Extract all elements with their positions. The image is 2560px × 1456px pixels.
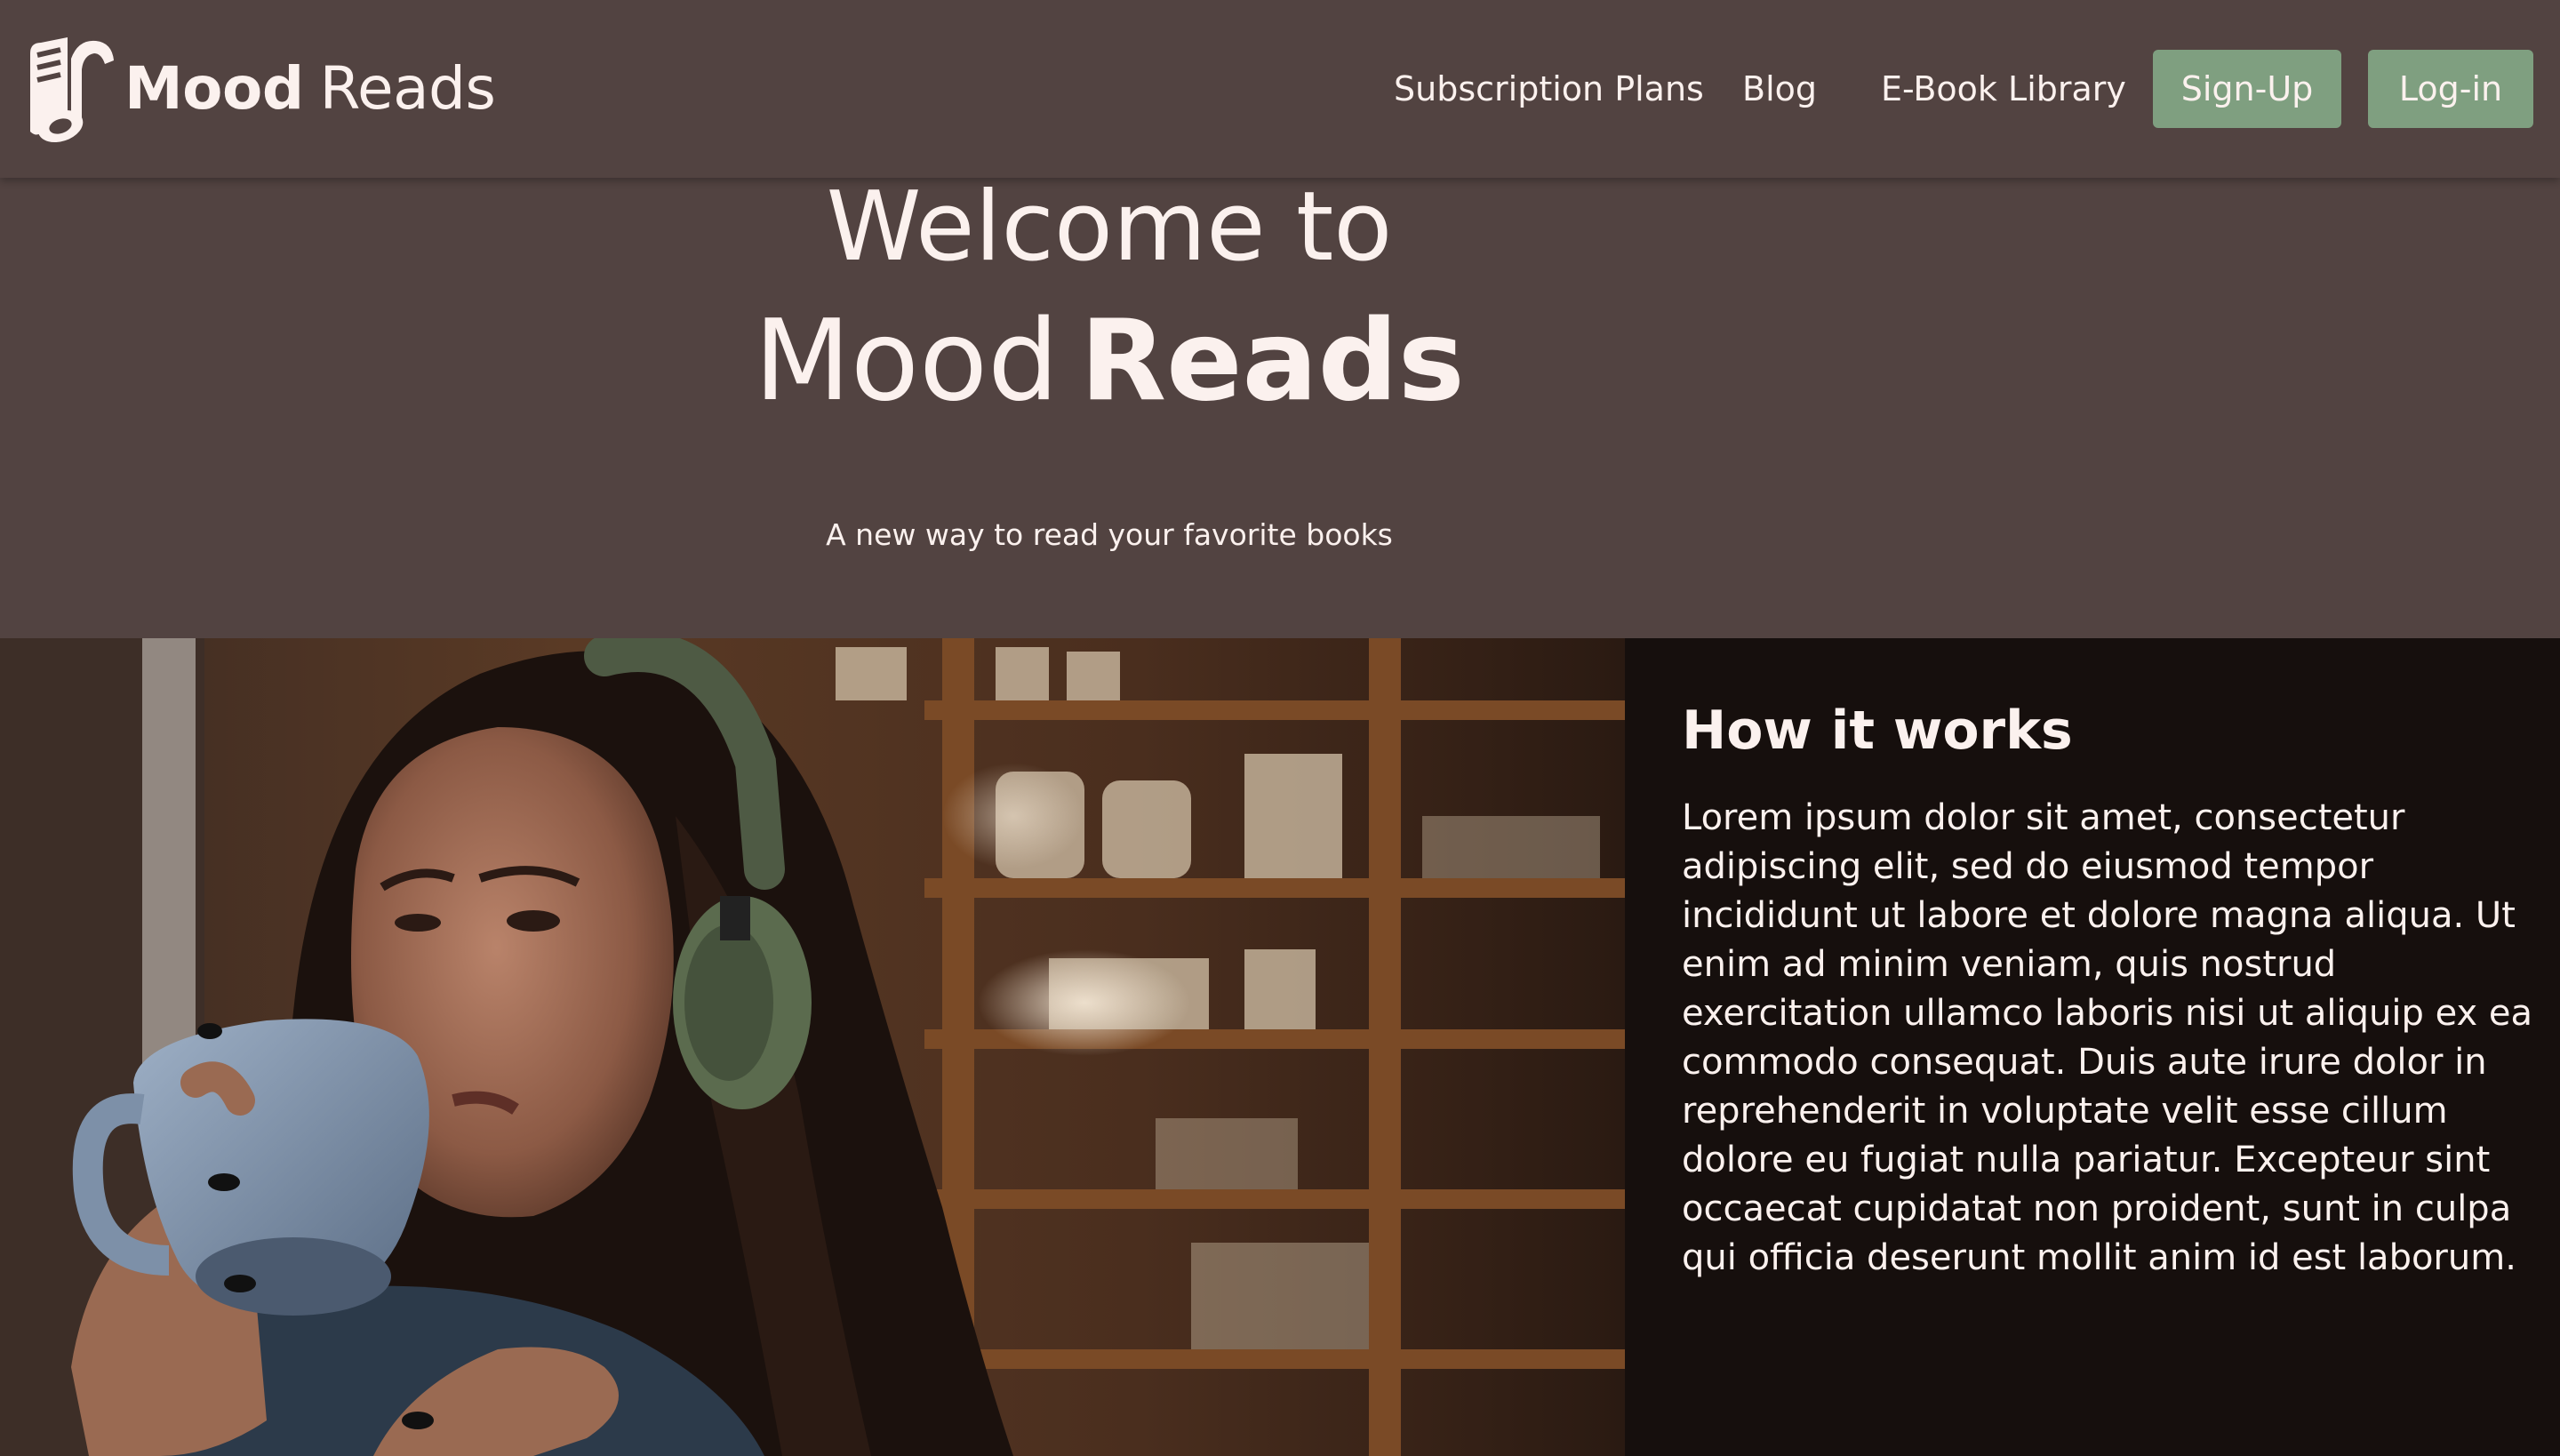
brand-logo-link[interactable]: Mood Reads bbox=[25, 34, 496, 144]
hero-title-regular: Mood bbox=[754, 295, 1060, 426]
hero-title-bold: Reads bbox=[1080, 295, 1465, 426]
nav-link-blog[interactable]: Blog bbox=[1742, 66, 1817, 112]
hero-title: Mood Reads bbox=[0, 299, 2389, 423]
navbar: Mood Reads Subscription Plans Blog E-Book… bbox=[0, 0, 2560, 178]
content-section: How it works Lorem ipsum dolor sit amet,… bbox=[0, 638, 2560, 1456]
how-it-works-description: Lorem ipsum dolor sit amet, consectetur … bbox=[1682, 797, 2532, 1278]
nav-link-ebook-library[interactable]: E-Book Library bbox=[1881, 66, 2126, 112]
login-button[interactable]: Log-in bbox=[2368, 50, 2533, 128]
hero-section: Welcome to Mood Reads A new way to read y… bbox=[0, 178, 2560, 638]
music-note-book-icon bbox=[30, 37, 114, 143]
signup-button[interactable]: Sign-Up bbox=[2153, 50, 2341, 128]
brand-name-regular: Reads bbox=[319, 54, 496, 123]
how-it-works-heading: How it works bbox=[1682, 700, 2073, 762]
hero-photo bbox=[0, 638, 1625, 1456]
nav-link-subscription-plans[interactable]: Subscription Plans bbox=[1394, 66, 1704, 112]
brand-name: Mood Reads bbox=[124, 60, 496, 118]
hero-welcome-text: Welcome to bbox=[826, 172, 1393, 283]
how-it-works-panel: How it works Lorem ipsum dolor sit amet,… bbox=[1625, 638, 2560, 1456]
brand-name-bold: Mood bbox=[124, 54, 304, 123]
woman-with-headphones-drinking-coffee-image bbox=[0, 638, 1625, 1456]
hero-tagline: A new way to read your favorite books bbox=[826, 517, 1393, 552]
